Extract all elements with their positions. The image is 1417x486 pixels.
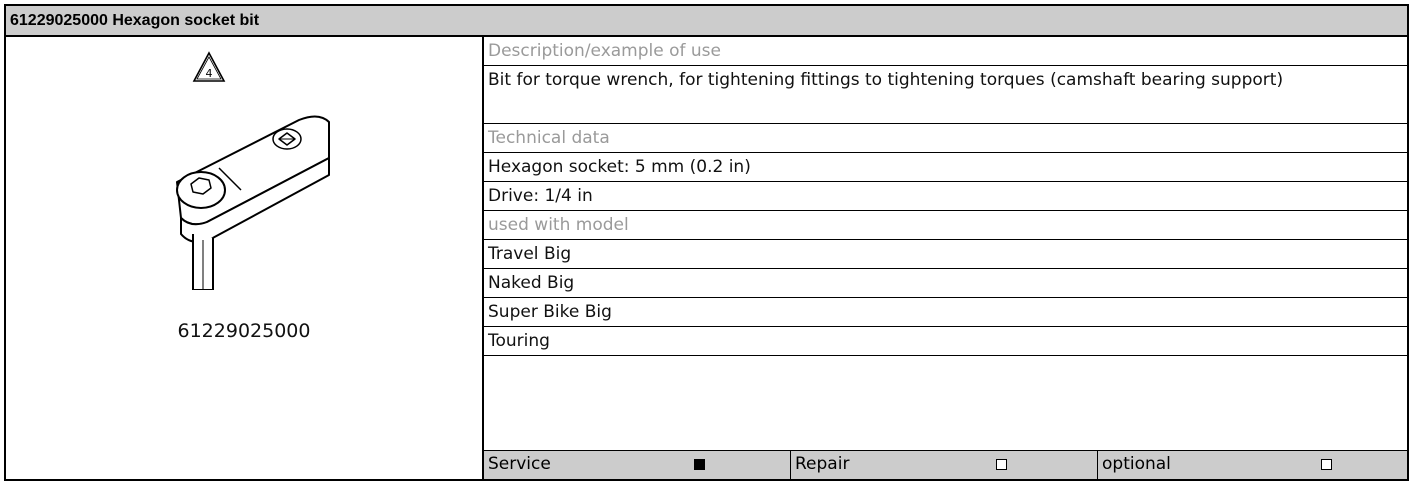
warning-number: 4	[206, 67, 213, 80]
optional-checkbox	[1321, 459, 1332, 470]
service-checkbox	[694, 459, 705, 470]
title-bar: 61229025000 Hexagon socket bit	[6, 6, 1407, 37]
used-with-model-header: used with model	[484, 211, 1407, 240]
warning-triangle-4-icon: 4	[192, 51, 226, 82]
service-cell: Service	[484, 451, 791, 479]
figure-panel: 4 61229025000	[6, 37, 484, 479]
model-item: Naked Big	[484, 269, 1407, 298]
usage-footer: Service Repair optional	[484, 450, 1407, 479]
content-area: 4 61229025000 Description/example of use…	[6, 37, 1407, 479]
optional-label: optional	[1102, 454, 1171, 474]
hexagon-socket-bit-drawing	[176, 115, 330, 290]
repair-label: Repair	[795, 454, 850, 474]
technical-data-hexagon-socket: Hexagon socket: 5 mm (0.2 in)	[484, 153, 1407, 182]
repair-checkbox	[996, 459, 1007, 470]
technical-data-header: Technical data	[484, 124, 1407, 153]
details-panel: Description/example of use Bit for torqu…	[484, 37, 1407, 479]
description-header: Description/example of use	[484, 37, 1407, 66]
service-label: Service	[488, 454, 551, 474]
tool-datasheet: 61229025000 Hexagon socket bit 4 6122902…	[4, 4, 1409, 481]
model-item: Travel Big	[484, 240, 1407, 269]
model-item: Super Bike Big	[484, 298, 1407, 327]
repair-cell: Repair	[791, 451, 1098, 479]
technical-data-drive: Drive: 1/4 in	[484, 182, 1407, 211]
optional-cell: optional	[1098, 451, 1407, 479]
page-title: 61229025000 Hexagon socket bit	[10, 11, 260, 29]
model-item: Touring	[484, 327, 1407, 356]
part-number: 61229025000	[177, 320, 311, 342]
description-value: Bit for torque wrench, for tightening fi…	[484, 66, 1407, 124]
